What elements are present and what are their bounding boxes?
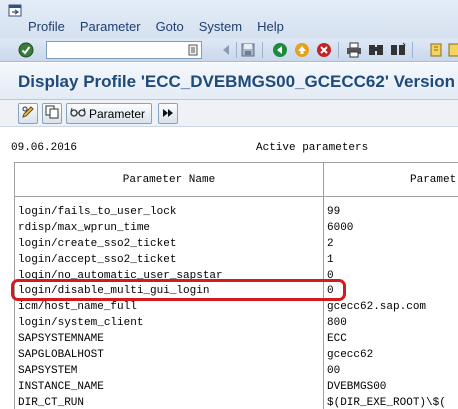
page-title: Display Profile 'ECC_DVEBMGS00_GCECC62' … <box>18 72 456 91</box>
column-header-parameter-value[interactable]: Paramet <box>324 163 458 197</box>
copy-button[interactable] <box>42 103 62 124</box>
table-row[interactable]: SAPSYSTEM 00 <box>15 364 458 380</box>
save-icon[interactable] <box>240 42 256 58</box>
parameter-value: $(DIR_EXE_ROOT)\$( <box>327 396 446 409</box>
toolbar-separator <box>412 42 413 58</box>
table-row[interactable]: INSTANCE_NAME DVEBMGS00 <box>15 380 458 396</box>
exit-menu-icon[interactable] <box>8 4 23 18</box>
parameter-value: 1 <box>327 253 334 266</box>
report-heading: Active parameters <box>256 142 369 154</box>
back-icon[interactable] <box>272 42 288 58</box>
find-icon[interactable] <box>368 42 384 58</box>
parameter-name: login/accept_sso2_ticket <box>18 253 177 266</box>
toolbar-separator <box>338 42 339 58</box>
parameter-value: 99 <box>327 206 341 218</box>
table-row[interactable]: icm/host_name_full gcecc62.sap.com <box>15 300 458 316</box>
table-row[interactable]: login/system_client 800 <box>15 316 458 332</box>
menu-bar: Profile Parameter Goto System Help <box>0 0 458 38</box>
toolbar-separator <box>236 42 237 58</box>
first-page-icon[interactable] <box>428 42 444 58</box>
parameter-name: SAPGLOBALHOST <box>18 349 104 362</box>
menu-item-system[interactable]: System <box>199 19 242 34</box>
parameter-name: login/fails_to_user_lock <box>18 206 177 218</box>
table-row-highlighted[interactable]: login/disable_multi_gui_login 0 <box>15 284 458 300</box>
parameter-name: login/disable_multi_gui_login <box>18 285 210 298</box>
parameter-value: 2 <box>327 237 334 250</box>
menu-item-help[interactable]: Help <box>257 19 284 34</box>
parameter-value: gcecc62 <box>327 349 374 362</box>
menu-item-profile[interactable]: Profile <box>28 19 65 34</box>
table-row[interactable]: login/accept_sso2_ticket 1 <box>15 253 458 269</box>
standard-toolbar <box>0 38 458 62</box>
collapse-left-icon[interactable] <box>218 42 234 58</box>
list-content: 09.06.2016 Active parameters Parameter N… <box>0 128 458 409</box>
fast-forward-icon <box>162 107 174 121</box>
command-history-icon[interactable] <box>187 44 199 56</box>
parameter-table: Parameter Name Paramet login/fails_to_us… <box>14 162 458 409</box>
glasses-icon <box>70 106 86 121</box>
parameter-name: DIR_CT_RUN <box>18 396 85 409</box>
parameter-value: 0 <box>327 269 334 282</box>
parameter-name: login/no_automatic_user_sapstar <box>18 269 223 282</box>
display-change-button[interactable] <box>18 103 38 124</box>
enter-checkmark-icon[interactable] <box>18 42 34 58</box>
menu-item-parameter[interactable]: Parameter <box>80 19 141 34</box>
table-row[interactable]: login/create_sso2_ticket 2 <box>15 237 458 253</box>
menu-item-goto[interactable]: Goto <box>156 19 184 34</box>
report-date: 09.06.2016 <box>11 142 78 154</box>
toolbar-separator <box>262 42 263 58</box>
find-next-icon[interactable] <box>390 42 406 58</box>
parameter-value: ECC <box>327 333 347 346</box>
parameter-name: icm/host_name_full <box>18 301 137 314</box>
table-row[interactable]: DIR_CT_RUN $(DIR_EXE_ROOT)\$( <box>15 396 458 409</box>
table-row[interactable]: login/fails_to_user_lock 99 <box>15 205 458 221</box>
parameter-value: 0 <box>327 285 334 298</box>
previous-page-icon[interactable] <box>446 42 458 58</box>
exit-icon[interactable] <box>294 42 310 58</box>
parameter-button[interactable]: Parameter <box>66 103 152 124</box>
parameter-name: rdisp/max_wprun_time <box>18 221 151 234</box>
parameter-button-label: Parameter <box>89 106 146 121</box>
parameter-name: SAPSYSTEMNAME <box>18 333 104 346</box>
copy-icon <box>45 105 59 122</box>
parameter-name: INSTANCE_NAME <box>18 380 104 393</box>
parameter-name: login/create_sso2_ticket <box>18 237 177 250</box>
application-toolbar: Parameter <box>0 100 458 127</box>
parameter-value: gcecc62.sap.com <box>327 301 427 314</box>
table-row[interactable]: SAPSYSTEMNAME ECC <box>15 332 458 348</box>
table-body: login/fails_to_user_lock 99 rdisp/max_wpr… <box>15 205 458 409</box>
table-row[interactable]: rdisp/max_wprun_time 6000 <box>15 221 458 237</box>
parameter-name: SAPSYSTEM <box>18 364 78 377</box>
parameter-name: login/system_client <box>18 317 144 330</box>
parameter-value: 800 <box>327 317 347 330</box>
parameter-value: 6000 <box>327 221 354 234</box>
column-header-parameter-name[interactable]: Parameter Name <box>15 163 323 197</box>
cancel-icon[interactable] <box>316 42 332 58</box>
table-header: Parameter Name Paramet <box>15 163 458 197</box>
parameter-value: 00 <box>327 364 341 377</box>
print-icon[interactable] <box>346 42 362 58</box>
title-bar: Display Profile 'ECC_DVEBMGS00_GCECC62' … <box>0 63 458 100</box>
parameter-value: DVEBMGS00 <box>327 380 387 393</box>
next-button[interactable] <box>158 103 178 124</box>
table-row[interactable]: SAPGLOBALHOST gcecc62 <box>15 348 458 364</box>
table-row[interactable]: login/no_automatic_user_sapstar 0 <box>15 269 458 285</box>
pencil-glasses-icon <box>21 105 35 122</box>
command-field[interactable] <box>46 41 202 59</box>
